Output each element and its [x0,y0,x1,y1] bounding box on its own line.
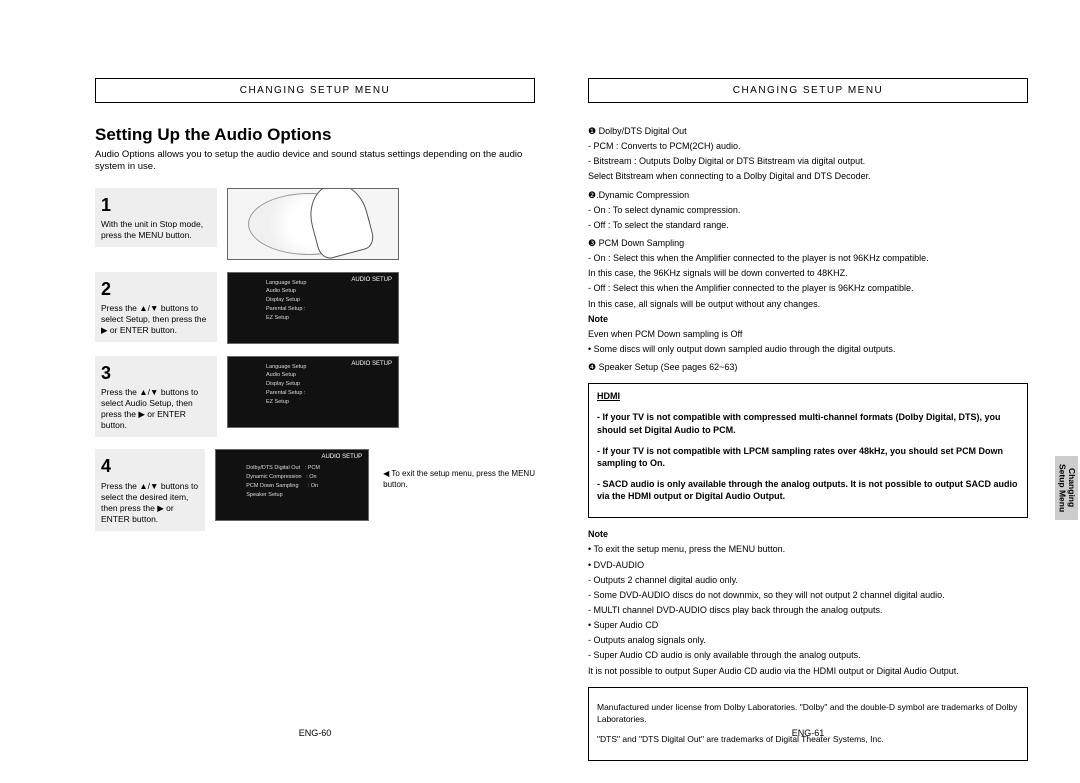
legal-a: Manufactured under license from Dolby La… [597,702,1019,725]
opt4: ❹ Speaker Setup (See pages 62~63) [588,361,1028,373]
opt2-a: - On : To select dynamic compression. [588,204,1028,216]
audio-menu-list: Dolby/DTS Digital Out : PCM Dynamic Comp… [246,464,320,499]
step-1-text: With the unit in Stop mode, press the ME… [101,219,203,240]
hdmi-b: - If your TV is not compatible with LPCM… [597,445,1019,469]
step-4-text: Press the ▲/▼ buttons to select the desi… [101,481,198,524]
note2-b1: - Outputs 2 channel digital audio only. [588,574,1028,586]
step-1: 1 With the unit in Stop mode, press the … [95,188,535,260]
opt2-b: - Off : To select the standard range. [588,219,1028,231]
opt1-b: - Bitstream : Outputs Dolby Digital or D… [588,155,1028,167]
step-2-text: Press the ▲/▼ buttons to select Setup, t… [101,303,206,335]
step-2: 2 Press the ▲/▼ buttons to select Setup,… [95,272,535,344]
step-4-image: Dolby/DTS Digital Out : PCM Dynamic Comp… [215,449,369,521]
note2-c1: - Outputs analog signals only. [588,634,1028,646]
note2-a: • To exit the setup menu, press the MENU… [588,543,1028,555]
note1-b: • Some discs will only output down sampl… [588,343,1028,355]
step-1-image [227,188,399,260]
page-number-left: ENG-60 [95,728,535,738]
page-number-right: ENG-61 [588,728,1028,738]
step-1-num: 1 [101,194,211,217]
opt1-a: - PCM : Converts to PCM(2CH) audio. [588,140,1028,152]
note2-c: • Super Audio CD [588,619,1028,631]
header-right: CHANGING SETUP MENU [588,78,1028,103]
exit-note-left: To exit the setup menu, press the MENU b… [383,469,535,490]
opt3-a2: In this case, the 96KHz signals will be … [588,267,1028,279]
side-tab: Changing Setup Menu [1055,456,1078,520]
step-2-num: 2 [101,278,211,301]
opt1-b2: Select Bitstream when connecting to a Do… [588,170,1028,182]
note2-body: Note • To exit the setup menu, press the… [588,528,1028,676]
section-title: Setting Up the Audio Options [95,125,535,145]
note2-b2: - Some DVD-AUDIO discs do not downmix, s… [588,589,1028,601]
hdmi-label: HDMI [597,391,620,401]
setup-menu-list: Language Setup Audio Setup Display Setup… [266,279,306,323]
opt3-b: - Off : Select this when the Amplifier c… [588,282,1028,294]
step-3-num: 3 [101,362,211,385]
opt3-a: - On : Select this when the Amplifier co… [588,252,1028,264]
step-4: 4 Press the ▲/▼ buttons to select the de… [95,449,535,531]
step-4-num: 4 [101,455,199,478]
right-page: CHANGING SETUP MENU ❶ Dolby/DTS Digital … [588,78,1028,738]
setup-menu-list-2: Language Setup Audio Setup Display Setup… [266,363,306,407]
legal-box: Manufactured under license from Dolby La… [588,687,1028,761]
note1-title: Note [588,313,1028,325]
step-3-image: Language Setup Audio Setup Display Setup… [227,356,399,428]
opt3-title: ❸ PCM Down Sampling [588,237,1028,249]
opt3-b2: In this case, all signals will be output… [588,298,1028,310]
header-left: CHANGING SETUP MENU [95,78,535,103]
note2-b3: - MULTI channel DVD-AUDIO discs play bac… [588,604,1028,616]
note2-c3: It is not possible to output Super Audio… [588,665,1028,677]
options-body: ❶ Dolby/DTS Digital Out - PCM : Converts… [588,125,1028,373]
opt2-title: ❷.Dynamic Compression [588,189,1028,201]
step-3: 3 Press the ▲/▼ buttons to select Audio … [95,356,535,438]
left-page: CHANGING SETUP MENU Setting Up the Audio… [95,78,535,738]
note1-a: Even when PCM Down sampling is Off [588,328,1028,340]
step-3-text: Press the ▲/▼ buttons to select Audio Se… [101,387,198,430]
hdmi-a: - If your TV is not compatible with comp… [597,411,1019,435]
step-2-image: Language Setup Audio Setup Display Setup… [227,272,399,344]
note2-title: Note [588,528,1028,540]
note2-c2: - Super Audio CD audio is only available… [588,649,1028,661]
note2-b: • DVD-AUDIO [588,559,1028,571]
opt1-title: ❶ Dolby/DTS Digital Out [588,125,1028,137]
hdmi-c: - SACD audio is only available through t… [597,478,1019,502]
hdmi-box: HDMI - If your TV is not compatible with… [588,383,1028,518]
intro-text: Audio Options allows you to setup the au… [95,149,535,174]
